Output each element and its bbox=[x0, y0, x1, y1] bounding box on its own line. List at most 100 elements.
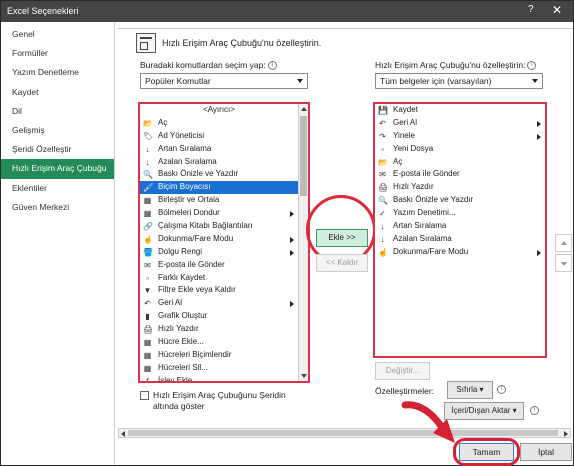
sidebar-item[interactable]: Hızlı Erişim Araç Çubuğu bbox=[1, 159, 114, 179]
scroll-left-icon[interactable] bbox=[121, 431, 125, 437]
horizontal-scrollbar[interactable] bbox=[118, 428, 571, 438]
add-button[interactable]: Ekle >> bbox=[316, 229, 368, 247]
remove-button[interactable]: << Kaldır bbox=[316, 254, 368, 272]
list-item[interactable]: ▦ Birleştir ve Ortala bbox=[140, 194, 298, 207]
left-list-scrollbar[interactable] bbox=[298, 104, 308, 381]
command-icon: 🪣 bbox=[143, 247, 153, 257]
customizations-label: Özelleştirmeler: bbox=[375, 386, 435, 396]
list-item[interactable]: 🔍 Baskı Önizle ve Yazdır bbox=[140, 168, 298, 181]
list-item-label: Yazım Denetimi... bbox=[393, 208, 456, 218]
list-item-label: Artan Sıralama bbox=[158, 143, 212, 153]
cancel-button[interactable]: İptal bbox=[520, 443, 572, 461]
list-item[interactable]: 💾 Kaydet bbox=[375, 104, 545, 117]
list-item[interactable]: 🏷 Ad Yöneticisi bbox=[140, 130, 298, 143]
choose-commands-label: Buradaki komutlardan seçim yap: i bbox=[140, 60, 277, 71]
list-item-label: Geri Al bbox=[393, 117, 418, 127]
list-item-label: Kaydet bbox=[393, 105, 418, 114]
list-item[interactable]: ƒ İşlev Ekle... bbox=[140, 375, 298, 381]
list-item[interactable]: ↶ Geri Al bbox=[375, 117, 545, 130]
list-item[interactable]: ↷ Yinele bbox=[375, 130, 545, 143]
list-item[interactable]: ▼ Filtre Ekle veya Kaldır bbox=[140, 284, 298, 297]
list-item[interactable]: 🖌 Biçim Boyacısı bbox=[140, 181, 298, 195]
sidebar-item[interactable]: Şeridi Özelleştir bbox=[1, 140, 114, 159]
list-item[interactable]: 📂 Aç bbox=[140, 117, 298, 130]
list-item[interactable]: <Ayırıcı> bbox=[140, 104, 298, 117]
command-icon: ▼ bbox=[143, 286, 152, 296]
list-item[interactable]: ↶ Geri Al bbox=[140, 297, 298, 310]
command-icon: ☝ bbox=[378, 247, 388, 257]
list-item[interactable]: ▫ Farklı Kaydet bbox=[140, 272, 298, 285]
sidebar-item[interactable]: Eklentiler bbox=[1, 179, 114, 198]
choose-commands-dropdown[interactable]: Popüler Komutlar bbox=[140, 73, 308, 89]
submenu-arrow-icon bbox=[290, 211, 294, 218]
chevron-down-icon bbox=[297, 79, 303, 83]
list-item[interactable]: ↓ Artan Sıralama bbox=[375, 220, 545, 233]
list-item-label: Hızlı Yazdır bbox=[393, 182, 434, 192]
list-item[interactable]: ↓ Artan Sıralama bbox=[140, 143, 298, 156]
command-icon: ▦ bbox=[143, 338, 152, 348]
list-item[interactable]: ✉ E-posta ile Gönder bbox=[140, 259, 298, 272]
list-item[interactable]: ↓ Azalan Sıralama bbox=[140, 156, 298, 169]
command-icon: ▮ bbox=[145, 312, 150, 322]
sidebar-item[interactable]: Gelişmiş bbox=[1, 121, 114, 140]
list-item[interactable]: ↓ Azalan Sıralama bbox=[375, 233, 545, 246]
command-icon: 🖨 bbox=[143, 325, 154, 335]
sidebar-item[interactable]: Genel bbox=[1, 25, 114, 44]
toolbar-customize-icon bbox=[136, 33, 156, 53]
list-item-label: Artan Sıralama bbox=[393, 221, 447, 231]
list-item-label: Geri Al bbox=[158, 298, 183, 308]
scroll-right-icon[interactable] bbox=[564, 431, 568, 437]
list-item-label: Aç bbox=[393, 156, 403, 166]
available-commands-list[interactable]: <Ayırıcı> 📂 Aç 🏷 Ad Yöneticisi ↓ Artan Sıralam… bbox=[138, 102, 310, 383]
scroll-down-icon[interactable] bbox=[301, 374, 307, 378]
list-item[interactable]: ▦ Hücre Ekle... bbox=[140, 336, 298, 349]
help-icon[interactable]: ? bbox=[528, 4, 534, 15]
command-icon: ↓ bbox=[145, 144, 150, 154]
command-icon: 🖌 bbox=[143, 183, 154, 193]
list-item-label: Yeni Dosya bbox=[393, 143, 434, 153]
sidebar-item[interactable]: Formüller bbox=[1, 44, 114, 63]
sidebar-item[interactable]: Kaydet bbox=[1, 83, 114, 102]
list-item[interactable]: 🔍 Baskı Önizle ve Yazdır bbox=[375, 194, 545, 207]
customize-toolbar-label: Hızlı Erişim Araç Çubuğu'nu özelleştirin… bbox=[375, 60, 537, 71]
move-down-button[interactable] bbox=[555, 254, 572, 272]
arrow-up-icon bbox=[561, 241, 567, 245]
command-icon: ✉ bbox=[379, 170, 386, 180]
list-item[interactable]: ▦ Bölmeleri Dondur bbox=[140, 207, 298, 220]
sidebar-item[interactable]: Yazım Denetleme bbox=[1, 63, 114, 82]
command-icon: 🔍 bbox=[378, 196, 388, 206]
list-item[interactable]: ☝ Dokunma/Fare Modu bbox=[375, 246, 545, 259]
info-icon: i bbox=[497, 385, 506, 394]
sidebar-item[interactable]: Güven Merkezi bbox=[1, 198, 114, 217]
scroll-up-icon[interactable] bbox=[301, 107, 307, 111]
list-item[interactable]: 🖨 Hızlı Yazdır bbox=[375, 181, 545, 194]
toolbar-commands-list[interactable]: 💾 Kaydet ↶ Geri Al ↷ Yinele ▫ Yeni Dosya 📂 Aç ✉ E-p… bbox=[373, 102, 547, 358]
list-item-label: Azalan Sıralama bbox=[393, 233, 452, 243]
customize-toolbar-dropdown[interactable]: Tüm belgeler için (varsayılan) bbox=[375, 73, 543, 89]
modify-button[interactable]: Değiştir... bbox=[375, 362, 430, 380]
close-icon[interactable]: ✕ bbox=[552, 3, 562, 17]
command-icon: 🖨 bbox=[378, 183, 389, 193]
scroll-thumb[interactable] bbox=[300, 116, 307, 196]
page-title: Hızlı Erişim Araç Çubuğu'nu özelleştirin… bbox=[162, 38, 322, 48]
list-item[interactable]: ✓ Yazım Denetimi... bbox=[375, 207, 545, 220]
list-item[interactable]: ▦ Hücreleri Biçimlendir bbox=[140, 349, 298, 362]
list-item[interactable]: 🪣 Dolgu Rengi bbox=[140, 246, 298, 259]
list-item[interactable]: ▦ Hücreleri Sil... bbox=[140, 362, 298, 375]
move-up-button[interactable] bbox=[555, 234, 572, 252]
scroll-thumb[interactable] bbox=[128, 430, 558, 436]
list-item[interactable]: ▫ Yeni Dosya bbox=[375, 143, 545, 156]
sidebar-item[interactable]: Dil bbox=[1, 102, 114, 121]
submenu-arrow-icon bbox=[537, 249, 541, 256]
list-item[interactable]: ☝ Dokunma/Fare Modu bbox=[140, 233, 298, 246]
list-item[interactable]: 🖨 Hızlı Yazdır bbox=[140, 323, 298, 336]
list-item[interactable]: ▮ Grafik Oluştur bbox=[140, 310, 298, 323]
list-item[interactable]: 📂 Aç bbox=[375, 156, 545, 169]
show-below-ribbon-checkbox[interactable] bbox=[140, 391, 149, 400]
ok-button[interactable]: Tamam bbox=[459, 443, 514, 461]
reset-button[interactable]: Sıfırla ▾ bbox=[447, 381, 493, 399]
list-item[interactable]: 🔗 Çalışma Kitabı Bağlantıları bbox=[140, 220, 298, 233]
command-icon: ↶ bbox=[379, 118, 386, 128]
list-item[interactable]: ✉ E-posta ile Gönder bbox=[375, 168, 545, 181]
submenu-arrow-icon bbox=[290, 301, 294, 308]
